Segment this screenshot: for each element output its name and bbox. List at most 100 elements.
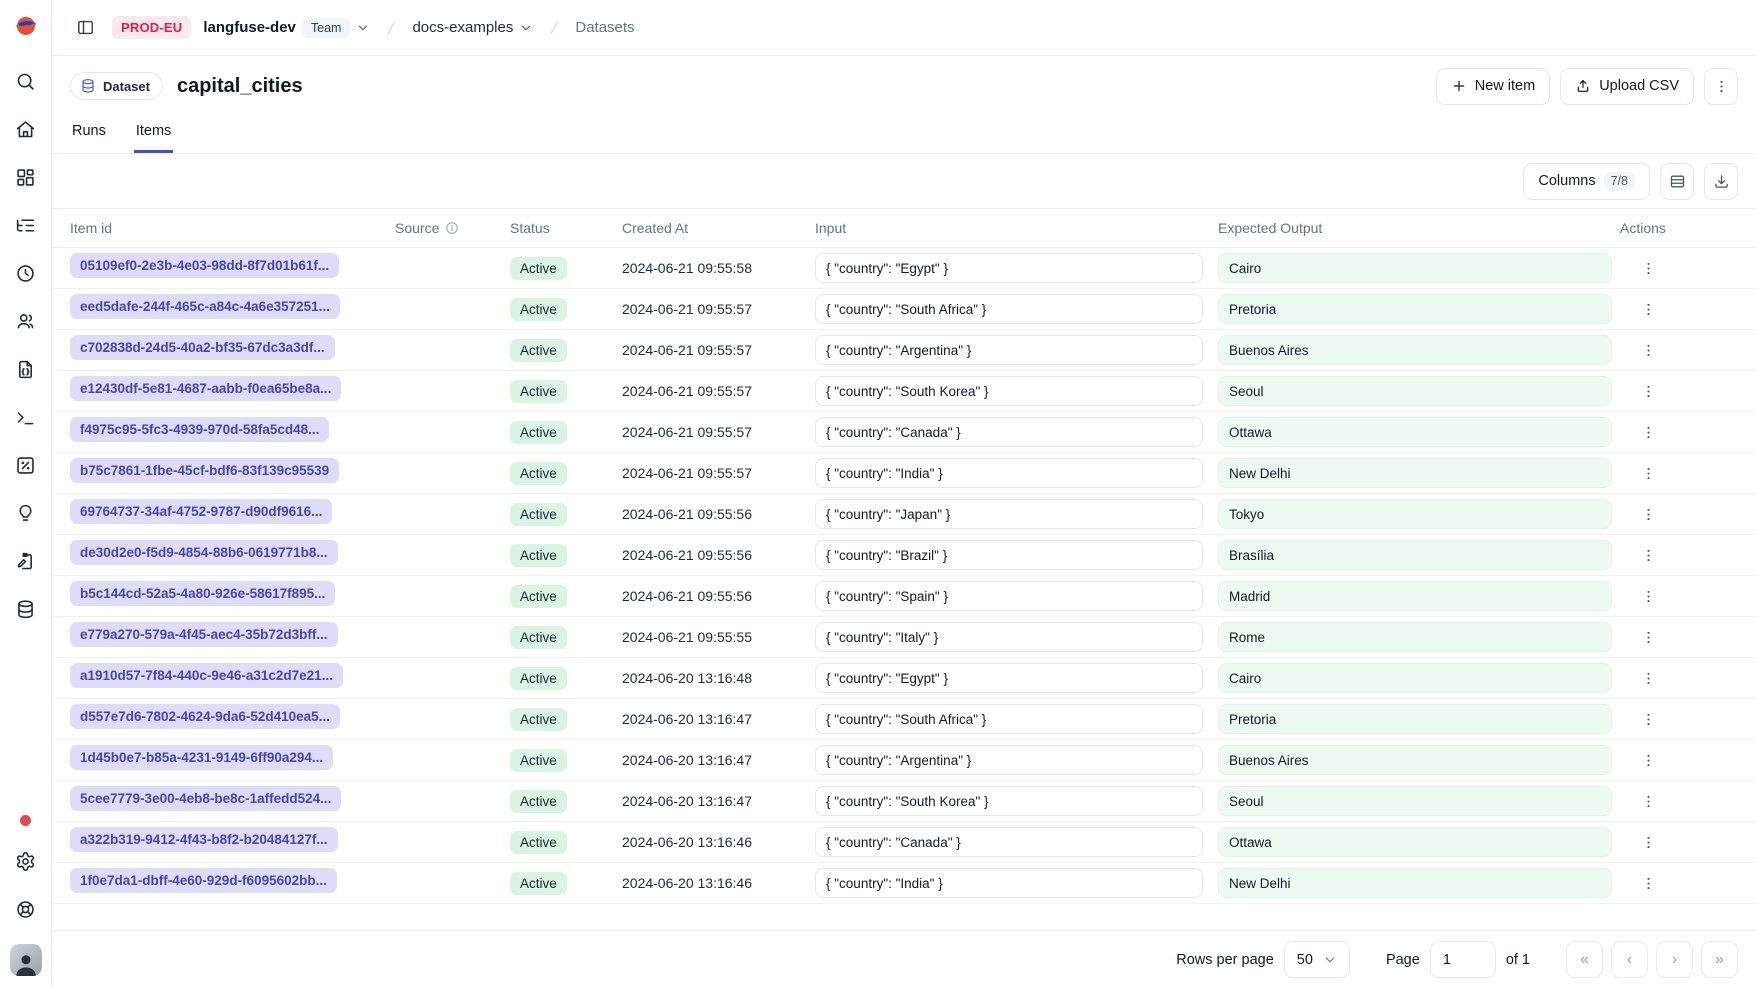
item-id-link[interactable]: 1d45b0e7-b85a-4231-9149-6ff90a294... <box>70 745 333 770</box>
input-cell[interactable]: { "country": "South Africa" } <box>815 294 1203 324</box>
expected-output-cell[interactable]: Cairo <box>1218 663 1612 693</box>
row-height-button[interactable] <box>1660 163 1694 200</box>
item-id-link[interactable]: 05109ef0-2e3b-4e03-98dd-8f7d01b61f... <box>70 253 339 278</box>
row-actions-button[interactable] <box>1634 869 1662 897</box>
sidebar-toggle-icon[interactable] <box>70 13 100 43</box>
project-selector[interactable]: docs-examples <box>412 19 533 36</box>
item-id-link[interactable]: de30d2e0-f5d9-4854-88b6-0619771b8... <box>70 540 338 565</box>
input-cell[interactable]: { "country": "South Africa" } <box>815 704 1203 734</box>
home-icon[interactable] <box>13 116 39 142</box>
input-cell[interactable]: { "country": "Canada" } <box>815 827 1203 857</box>
kebab-icon <box>1640 301 1657 318</box>
input-cell[interactable]: { "country": "South Korea" } <box>815 376 1203 406</box>
expected-output-cell[interactable]: New Delhi <box>1218 458 1612 488</box>
item-id-link[interactable]: 1f0e7da1-dbff-4e60-929d-f6095602bb... <box>70 868 337 893</box>
expected-output-cell[interactable]: New Delhi <box>1218 868 1612 898</box>
more-actions-button[interactable] <box>1704 68 1738 105</box>
dashboard-icon[interactable] <box>13 164 39 190</box>
row-actions-button[interactable] <box>1634 254 1662 282</box>
input-cell[interactable]: { "country": "Japan" } <box>815 499 1203 529</box>
org-selector[interactable]: langfuse-dev Team <box>203 18 370 38</box>
item-id-link[interactable]: d557e7d6-7802-4624-9da6-52d410ea5... <box>70 704 340 729</box>
last-page-button[interactable]: » <box>1701 941 1738 978</box>
expected-output-cell[interactable]: Buenos Aires <box>1218 335 1612 365</box>
row-actions-button[interactable] <box>1634 705 1662 733</box>
input-cell[interactable]: { "country": "Egypt" } <box>815 663 1203 693</box>
input-cell[interactable]: { "country": "Spain" } <box>815 581 1203 611</box>
expected-output-cell[interactable]: Buenos Aires <box>1218 745 1612 775</box>
prompts-icon[interactable] <box>13 356 39 382</box>
columns-button[interactable]: Columns 7/8 <box>1523 163 1650 200</box>
item-id-link[interactable]: e779a270-579a-4f45-aec4-35b72d3bff... <box>70 622 338 647</box>
input-cell[interactable]: { "country": "Canada" } <box>815 417 1203 447</box>
row-actions-button[interactable] <box>1634 746 1662 774</box>
expected-output-cell[interactable]: Cairo <box>1218 253 1612 283</box>
record-dot[interactable] <box>20 815 31 826</box>
support-icon[interactable] <box>13 896 39 922</box>
input-cell[interactable]: { "country": "India" } <box>815 868 1203 898</box>
row-actions-button[interactable] <box>1634 377 1662 405</box>
expected-output-cell[interactable]: Ottawa <box>1218 827 1612 857</box>
input-cell[interactable]: { "country": "South Korea" } <box>815 786 1203 816</box>
tab-runs[interactable]: Runs <box>70 115 108 153</box>
item-id-link[interactable]: c702838d-24d5-40a2-bf35-67dc3a3df... <box>70 335 335 360</box>
user-avatar[interactable] <box>10 944 42 976</box>
tracing-icon[interactable] <box>13 212 39 238</box>
input-cell[interactable]: { "country": "Argentina" } <box>815 745 1203 775</box>
item-id-link[interactable]: f4975c95-5fc3-4939-970d-58fa5cd48... <box>70 417 329 442</box>
expected-output-cell[interactable]: Pretoria <box>1218 294 1612 324</box>
users-icon[interactable] <box>13 308 39 334</box>
annotation-icon[interactable] <box>13 548 39 574</box>
status-badge: Active <box>510 872 567 895</box>
rows-per-page-select[interactable]: 50 <box>1284 941 1350 978</box>
prev-page-button[interactable]: ‹ <box>1611 941 1648 978</box>
lightbulb-icon[interactable] <box>13 500 39 526</box>
settings-icon[interactable] <box>13 848 39 874</box>
input-cell[interactable]: { "country": "Brazil" } <box>815 540 1203 570</box>
item-id-link[interactable]: e12430df-5e81-4687-aabb-f0ea65be8a... <box>70 376 341 401</box>
expected-output-cell[interactable]: Pretoria <box>1218 704 1612 734</box>
sessions-icon[interactable] <box>13 260 39 286</box>
expected-output-cell[interactable]: Seoul <box>1218 376 1612 406</box>
page-number-input[interactable] <box>1430 941 1496 978</box>
new-item-button[interactable]: New item <box>1436 68 1550 105</box>
search-icon[interactable] <box>13 68 39 94</box>
expected-output-cell[interactable]: Brasília <box>1218 540 1612 570</box>
expected-output-cell[interactable]: Seoul <box>1218 786 1612 816</box>
row-actions-button[interactable] <box>1634 459 1662 487</box>
input-cell[interactable]: { "country": "India" } <box>815 458 1203 488</box>
item-id-link[interactable]: 69764737-34af-4752-9787-d90df9616... <box>70 499 332 524</box>
playground-icon[interactable] <box>13 404 39 430</box>
row-actions-button[interactable] <box>1634 664 1662 692</box>
row-actions-button[interactable] <box>1634 500 1662 528</box>
row-actions-button[interactable] <box>1634 787 1662 815</box>
row-actions-button[interactable] <box>1634 541 1662 569</box>
datasets-icon[interactable] <box>13 596 39 622</box>
input-cell[interactable]: { "country": "Egypt" } <box>815 253 1203 283</box>
row-actions-button[interactable] <box>1634 828 1662 856</box>
expected-output-cell[interactable]: Madrid <box>1218 581 1612 611</box>
row-actions-button[interactable] <box>1634 418 1662 446</box>
row-actions-button[interactable] <box>1634 623 1662 651</box>
item-id-link[interactable]: b75c7861-1fbe-45cf-bdf6-83f139c95539 <box>70 458 339 483</box>
row-actions-button[interactable] <box>1634 582 1662 610</box>
item-id-link[interactable]: eed5dafe-244f-465c-a84c-4a6e357251... <box>70 294 340 319</box>
expected-output-cell[interactable]: Rome <box>1218 622 1612 652</box>
row-actions-button[interactable] <box>1634 336 1662 364</box>
upload-csv-button[interactable]: Upload CSV <box>1560 68 1694 105</box>
row-actions-button[interactable] <box>1634 295 1662 323</box>
item-id-link[interactable]: b5c144cd-52a5-4a80-926e-58617f895... <box>70 581 335 606</box>
item-id-link[interactable]: a1910d57-7f84-440c-9e46-a31c2d7e21... <box>70 663 343 688</box>
expected-output-cell[interactable]: Tokyo <box>1218 499 1612 529</box>
evaluation-icon[interactable] <box>13 452 39 478</box>
export-button[interactable] <box>1704 163 1738 200</box>
breadcrumb-section[interactable]: Datasets <box>575 19 634 36</box>
input-cell[interactable]: { "country": "Italy" } <box>815 622 1203 652</box>
next-page-button[interactable]: › <box>1656 941 1693 978</box>
first-page-button[interactable]: « <box>1566 941 1603 978</box>
item-id-link[interactable]: a322b319-9412-4f43-b8f2-b20484127f... <box>70 827 338 852</box>
tab-items[interactable]: Items <box>134 115 173 153</box>
expected-output-cell[interactable]: Ottawa <box>1218 417 1612 447</box>
item-id-link[interactable]: 5cee7779-3e00-4eb8-be8c-1affedd524... <box>70 786 341 811</box>
input-cell[interactable]: { "country": "Argentina" } <box>815 335 1203 365</box>
